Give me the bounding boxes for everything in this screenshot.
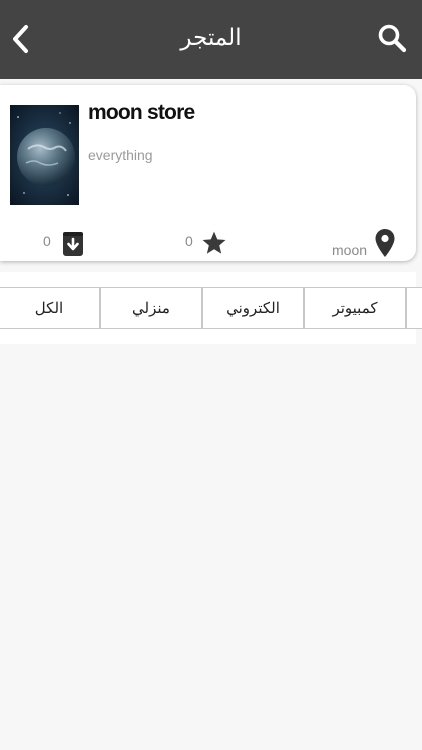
tab-more[interactable] <box>406 287 422 329</box>
location-pin-icon <box>375 229 395 257</box>
tab-label: كمبيوتر <box>332 299 378 317</box>
search-button[interactable] <box>376 22 410 56</box>
tab-label: الكل <box>34 299 64 317</box>
tab-electronic[interactable]: الكتروني <box>202 287 304 329</box>
top-app-bar: المتجر <box>0 0 422 79</box>
location-button[interactable] <box>374 228 396 262</box>
tab-all[interactable]: الكل <box>0 287 100 329</box>
search-icon <box>378 24 407 53</box>
page-title: المتجر <box>180 25 242 51</box>
rate-button[interactable] <box>201 230 227 260</box>
tab-label: منزلي <box>132 299 170 317</box>
earth-from-space-image <box>10 105 79 205</box>
save-button[interactable] <box>62 231 84 261</box>
store-description: everything <box>88 147 153 163</box>
store-name: moon store <box>88 101 195 124</box>
category-tabs: كمبيوتر الكتروني منزلي الكل <box>0 272 422 344</box>
tab-label: الكتروني <box>226 299 280 317</box>
store-location: moon <box>332 242 368 258</box>
archive-download-icon <box>63 232 83 256</box>
saved-count: 0 <box>43 233 51 249</box>
tab-computer[interactable]: كمبيوتر <box>304 287 406 329</box>
store-card[interactable]: moon store everything 0 0 moon <box>0 85 416 261</box>
rating-count: 0 <box>185 233 193 249</box>
store-image <box>10 105 79 205</box>
star-icon <box>202 231 226 254</box>
tab-home[interactable]: منزلي <box>100 287 202 329</box>
